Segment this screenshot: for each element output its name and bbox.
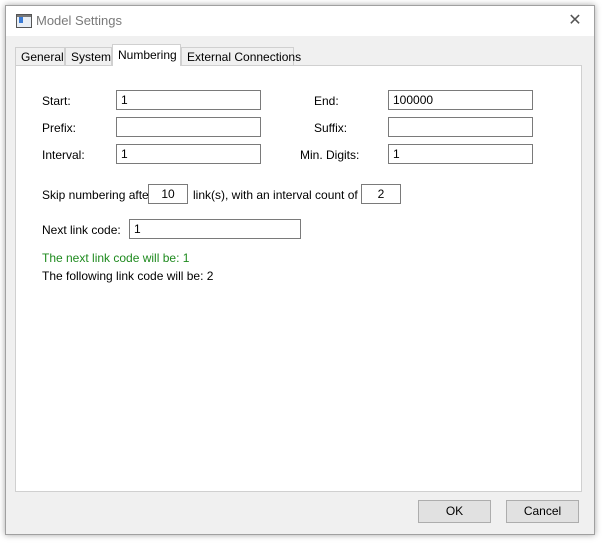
start-label: Start:	[42, 94, 71, 108]
interval-input[interactable]	[116, 144, 261, 164]
end-input[interactable]	[388, 90, 533, 110]
ok-button[interactable]: OK	[418, 500, 491, 523]
tab-system[interactable]: System	[65, 47, 112, 65]
min-digits-input[interactable]	[388, 144, 533, 164]
close-icon[interactable]: ✕	[564, 10, 586, 32]
start-input[interactable]	[116, 90, 261, 110]
interval-label: Interval:	[42, 148, 85, 162]
prefix-input[interactable]	[116, 117, 261, 137]
min-digits-label: Min. Digits:	[300, 148, 360, 162]
skip-interval-input[interactable]	[361, 184, 401, 204]
next-code-message: The next link code will be: 1	[42, 251, 190, 265]
cancel-button[interactable]: Cancel	[506, 500, 579, 523]
window-title: Model Settings	[36, 13, 122, 28]
numbering-panel: Start: End: Prefix: Suffix: Interval: Mi…	[15, 65, 582, 492]
suffix-input[interactable]	[388, 117, 533, 137]
skip-interval-label: link(s), with an interval count of	[193, 188, 358, 202]
next-link-code-label: Next link code:	[42, 223, 121, 237]
tab-general[interactable]: General	[15, 47, 65, 65]
suffix-label: Suffix:	[314, 121, 348, 135]
model-settings-dialog: Model Settings ✕ General System Numberin…	[5, 5, 595, 535]
tab-numbering[interactable]: Numbering	[112, 44, 181, 66]
end-label: End:	[314, 94, 339, 108]
skip-count-input[interactable]	[148, 184, 188, 204]
tab-external-connections[interactable]: External Connections	[181, 47, 301, 65]
skip-numbering-label: Skip numbering after	[42, 188, 153, 202]
app-window-icon	[16, 14, 32, 28]
prefix-label: Prefix:	[42, 121, 77, 135]
next-link-code-input[interactable]	[129, 219, 301, 239]
title-bar[interactable]: Model Settings ✕	[6, 6, 594, 36]
following-code-message: The following link code will be: 2	[42, 269, 214, 283]
